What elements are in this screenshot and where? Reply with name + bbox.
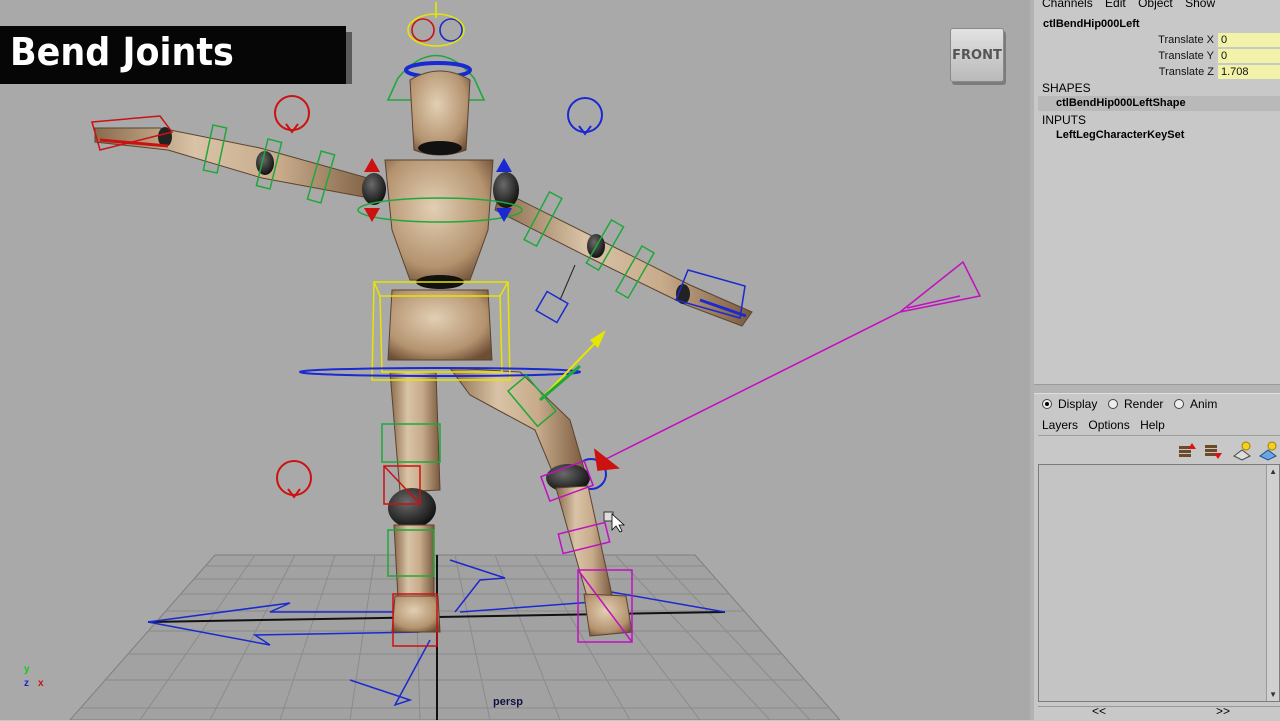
- menu-options[interactable]: Options: [1088, 418, 1129, 432]
- page-title: Bend Joints: [10, 30, 234, 74]
- selected-node-name[interactable]: ctlBendHip000Left: [1038, 16, 1280, 32]
- layer-editor-menu: Layers Options Help: [1042, 418, 1172, 432]
- shape-node-name[interactable]: ctlBendHip000LeftShape: [1038, 96, 1280, 111]
- move-manipulator: [535, 264, 606, 402]
- scroll-up-icon[interactable]: ▲: [1269, 467, 1277, 476]
- layer-list-scrollbar[interactable]: ▲ ▼: [1266, 465, 1279, 701]
- radio-label: Render: [1124, 397, 1164, 411]
- radio-label: Anim: [1190, 397, 1218, 411]
- input-node-name[interactable]: LeftLegCharacterKeySet: [1056, 129, 1184, 141]
- menu-channels[interactable]: Channels: [1042, 0, 1093, 10]
- attr-row-translate-y[interactable]: Translate Y 0: [1038, 48, 1280, 64]
- radio-label: Display: [1058, 397, 1098, 411]
- menu-show[interactable]: Show: [1185, 0, 1215, 10]
- radio-button[interactable]: [1042, 399, 1052, 409]
- camera-label: persp: [493, 696, 523, 708]
- radio-button[interactable]: [1174, 399, 1184, 409]
- radio-display[interactable]: Display: [1042, 397, 1097, 411]
- channel-box-panel: Channels Edit Object Show ctlBendHip000L…: [1030, 0, 1280, 720]
- radio-button[interactable]: [1108, 399, 1118, 409]
- layer-move-down-icon[interactable]: [1202, 441, 1222, 461]
- title-banner: Bend Joints: [0, 26, 352, 84]
- attr-label: Translate Y: [1158, 50, 1214, 62]
- create-layer-from-selection-icon[interactable]: [1258, 441, 1278, 461]
- inputs-header: INPUTS: [1042, 113, 1087, 127]
- radio-anim[interactable]: Anim: [1174, 397, 1217, 411]
- axis-indicator-x: x: [38, 678, 44, 689]
- viewcube-front[interactable]: FRONT: [950, 28, 1004, 82]
- pager-next-button[interactable]: >>: [1216, 704, 1230, 718]
- attr-value-field[interactable]: 0: [1218, 33, 1280, 47]
- axis-indicator-z: z: [24, 678, 29, 689]
- ground-grid: [69, 554, 841, 720]
- attr-value-field[interactable]: 0: [1218, 49, 1280, 63]
- attr-row-translate-x[interactable]: Translate X 0: [1038, 32, 1280, 48]
- pager-prev-button[interactable]: <<: [1092, 704, 1106, 718]
- layer-list[interactable]: ▲ ▼: [1038, 464, 1280, 702]
- pager-bar: [1038, 706, 1280, 721]
- layer-move-up-icon[interactable]: [1176, 441, 1196, 461]
- knee-pole-vector: [593, 260, 982, 471]
- attr-label: Translate Z: [1158, 66, 1214, 78]
- attr-value-field[interactable]: 1.708: [1218, 65, 1280, 79]
- menu-layers[interactable]: Layers: [1042, 418, 1078, 432]
- axis-indicator-y: y: [24, 664, 30, 675]
- menu-help[interactable]: Help: [1140, 418, 1165, 432]
- attr-label: Translate X: [1158, 34, 1214, 46]
- menu-object[interactable]: Object: [1138, 0, 1173, 10]
- shapes-header: SHAPES: [1042, 81, 1091, 95]
- scroll-down-icon[interactable]: ▼: [1269, 690, 1277, 699]
- layer-toolbar: [1038, 435, 1280, 464]
- radio-render[interactable]: Render: [1108, 397, 1163, 411]
- create-empty-layer-icon[interactable]: [1232, 441, 1252, 461]
- mannequin-figure: [94, 70, 753, 637]
- attr-row-translate-z[interactable]: Translate Z 1.708: [1038, 64, 1280, 80]
- channel-box-menu: Channels Edit Object Show: [1042, 0, 1224, 10]
- panel-divider[interactable]: [1034, 384, 1280, 394]
- menu-edit[interactable]: Edit: [1105, 0, 1126, 10]
- 3d-viewport[interactable]: Bend Joints FRONT persp y z x: [0, 0, 1030, 720]
- scene-canvas[interactable]: [0, 0, 1030, 720]
